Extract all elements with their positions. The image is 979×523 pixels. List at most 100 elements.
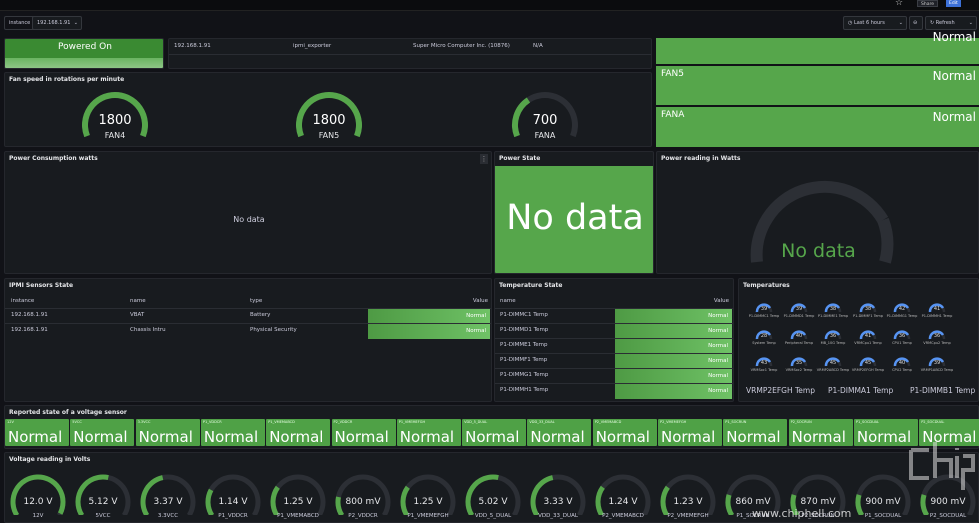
fan-status-fan5[interactable]: FAN5 Normal (656, 66, 979, 105)
power-state-panel[interactable]: Power State No data (494, 151, 654, 274)
temperature-state-panel[interactable]: Temperature State name Value P1-DIMMC1 T… (494, 278, 734, 402)
stat-value: Normal (530, 428, 585, 446)
gauge-value: 3.33 V (543, 497, 573, 507)
gauge-value: 5.12 V (88, 497, 118, 507)
panel-title: Reported state of a voltage sensor (9, 409, 127, 416)
ipmi-sensors-panel[interactable]: IPMI Sensors State instance name type Va… (4, 278, 492, 402)
temperatures-panel[interactable]: Temperatures 39 P1-DIMMC1 Temp 39 P1-DIMMD1… (738, 278, 979, 402)
voltage-gauge-arc (465, 474, 521, 517)
temp-gauge-name: VRMSoc1 Temp (750, 368, 778, 372)
temp-gauge-value: 40 (898, 360, 906, 366)
voltage-state-stat[interactable]: 5VCC Normal (70, 419, 135, 446)
gauge-value: 860 mV (735, 497, 771, 507)
voltage-gauge-arc (10, 474, 66, 517)
voltage-state-stat[interactable]: P1_VMEMEFGH Normal (396, 419, 461, 446)
temp-gauge-value: 45 (829, 360, 837, 366)
gauge-name: P1_VMEMEFGH (407, 513, 449, 519)
time-range-picker[interactable]: ◷ Last 6 hours ⌄ (843, 16, 907, 30)
col-name[interactable]: name (500, 298, 516, 304)
panel-menu-icon[interactable]: ⋮ (480, 154, 488, 164)
gauge-value: 800 mV (345, 497, 381, 507)
power-reading-panel[interactable]: Power reading in Watts No data (656, 151, 979, 274)
cell-value: Normal (615, 309, 732, 324)
voltage-state-stat[interactable]: P2_VMEMEFGH Normal (658, 419, 722, 446)
voltage-state-stat[interactable]: P1_VDDCR Normal (200, 419, 265, 446)
voltage-gauge: 1.25 V P1_VMEMABCD (268, 470, 328, 523)
voltage-state-stat[interactable]: VDD_33_DUAL Normal (527, 419, 592, 446)
stat-value: Normal (334, 428, 389, 446)
voltage-state-stat[interactable]: 3.3VCC Normal (135, 419, 200, 446)
zoom-out-button[interactable]: ⊖ (909, 16, 923, 30)
fan-status-top[interactable]: Normal (656, 30, 979, 64)
info-manufacturer: Super Micro Computer Inc. (10876) (413, 43, 510, 49)
temp-gauge-value: 38 (829, 306, 837, 312)
cell-value: Normal (615, 354, 732, 369)
top-bar: ☆ Share Edit (0, 0, 979, 11)
col-value[interactable]: Value (473, 298, 488, 304)
cell-instance: 192.168.1.91 (11, 312, 48, 318)
watermark-logo (909, 442, 975, 490)
table-row: P1-DIMMC1 Temp Normal (495, 308, 733, 324)
edit-button[interactable]: Edit (946, 0, 961, 7)
refresh-label: Refresh (935, 20, 955, 26)
voltage-state-stat[interactable]: P2_VMEMABCD Normal (592, 419, 657, 446)
star-icon[interactable]: ☆ (895, 0, 903, 8)
temp-gauge-value: 36 (898, 333, 906, 339)
panel-title: Temperatures (743, 282, 790, 289)
temp-gauge-value: 39 (933, 360, 941, 366)
stat-label: P1_VDDCR (202, 420, 222, 424)
temp-gauge-name: CPU2 Temp (892, 368, 912, 372)
power-on-text: Powered On (58, 42, 112, 52)
voltage-gauge-arc (595, 474, 651, 517)
voltage-gauge: 1.23 V P2_VMEMEFGH (658, 470, 718, 523)
voltage-state-stat[interactable]: P1_SOCRUN Normal (723, 419, 788, 446)
refresh-button[interactable]: ↻ Refresh ⌄ (925, 16, 977, 30)
col-instance[interactable]: instance (11, 298, 34, 304)
voltage-state-stat[interactable]: VDD_5_DUAL Normal (462, 419, 527, 446)
temp-gauge-name: CPU1 Temp (892, 341, 912, 345)
divider (169, 54, 651, 55)
chevron-down-icon: ⌄ (898, 20, 903, 26)
gauge-name: 12V (32, 513, 44, 519)
temp-gauge: 40 CPU2 Temp (886, 350, 918, 376)
power-consumption-panel[interactable]: Power Consumption watts ⋮ No data (4, 151, 492, 274)
cell-name: VBAT (130, 312, 145, 318)
fan-status-fana[interactable]: FANA Normal (656, 107, 979, 147)
table-row: P1-DIMMD1 Temp Normal (495, 323, 733, 339)
temp-gauge: 36 CPU1 Temp (886, 323, 918, 349)
stat-value: Normal (73, 428, 128, 446)
table-row: P1-DIMMF1 Temp Normal (495, 353, 733, 369)
voltage-state-stat[interactable]: P2_VDDCR Normal (331, 419, 396, 446)
power-on-panel[interactable]: Powered On (4, 38, 164, 69)
temp-gauge: 41 VRMCpu1 Temp (852, 323, 884, 349)
no-data-text: No data (506, 198, 644, 238)
col-type[interactable]: type (250, 298, 262, 304)
voltage-state-stat[interactable]: P1_VMEMABCD Normal (266, 419, 331, 446)
temp-large-label: P1-DIMMA1 Temp (828, 386, 894, 395)
no-data-text: No data (233, 215, 265, 224)
col-name[interactable]: name (130, 298, 146, 304)
panel-title: Temperature State (499, 282, 563, 289)
instance-value: 192.168.1.91 (37, 20, 71, 26)
voltage-gauge-arc (660, 474, 716, 517)
gauge-value: 1.24 V (608, 497, 638, 507)
voltage-gauge-arc (205, 474, 261, 517)
col-value[interactable]: Value (714, 298, 729, 304)
temp-gauge-value: 36 (829, 333, 837, 339)
share-button[interactable]: Share (917, 0, 938, 7)
stat-label: P2_VMEMEFGH (660, 420, 687, 424)
time-range-label: Last 6 hours (853, 20, 885, 26)
voltage-gauge: 5.12 V 5VCC (73, 470, 133, 523)
stat-value: Normal (138, 428, 193, 446)
voltage-state-stat[interactable]: 12V Normal (5, 419, 69, 446)
cell-name: P1-DIMMC1 Temp (500, 312, 548, 318)
fan-speed-panel[interactable]: Fan speed in rotations per minute 1800 F… (4, 72, 652, 147)
power-on-bar (5, 58, 163, 68)
voltage-state-stat[interactable]: P2_SOCRUN Normal (788, 419, 853, 446)
table-row: P1-DIMMH1 Temp Normal (495, 383, 733, 399)
temp-gauge-value: 28 (760, 333, 768, 339)
instance-select[interactable]: 192.168.1.91 ⌄ (32, 16, 82, 30)
temp-gauge-value: 41 (864, 333, 872, 339)
voltage-gauge: 3.37 V 3.3VCC (138, 470, 198, 523)
panel-title: Power State (499, 155, 541, 162)
